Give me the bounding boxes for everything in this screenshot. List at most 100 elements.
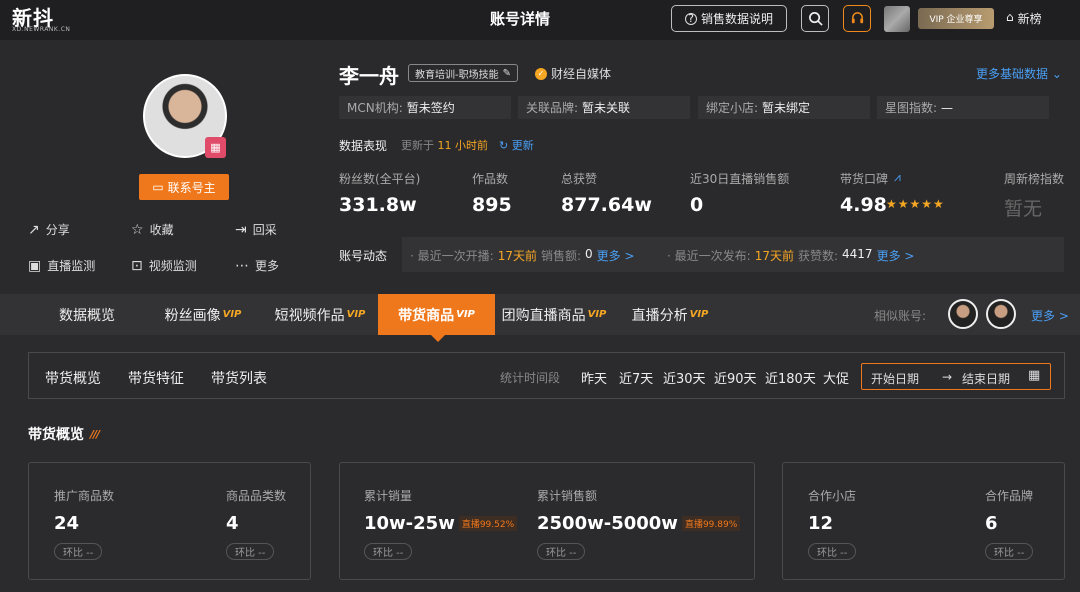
- post-more-link[interactable]: 更多 >: [877, 247, 915, 264]
- mom-badge: 环比 --: [808, 543, 857, 560]
- subtab-goods-overview[interactable]: 带货概览: [45, 368, 101, 388]
- stat-value-works: 895: [472, 194, 512, 216]
- edit-icon: ✎: [502, 67, 511, 79]
- period-180d[interactable]: 近180天: [765, 368, 816, 387]
- subtab-goods-features[interactable]: 带货特征: [128, 368, 184, 388]
- stat-label-works: 作品数: [472, 172, 509, 186]
- contact-owner-button[interactable]: ▭ 联系号主: [139, 174, 229, 200]
- sales-data-button[interactable]: ? 销售数据说明: [671, 5, 787, 32]
- vip-tag: VIP: [222, 309, 242, 320]
- chevron-down-icon: ⌄: [1051, 67, 1062, 81]
- chat-icon: ▭: [152, 180, 164, 194]
- more-basic-data-link[interactable]: 更多基础数据 ⌄: [976, 65, 1062, 82]
- customer-service-button[interactable]: [843, 5, 871, 32]
- metric-value: 24: [54, 513, 79, 534]
- tab-data-overview[interactable]: 数据概览: [40, 294, 134, 335]
- user-avatar[interactable]: [884, 6, 910, 32]
- metric-value-text: 10w-25w: [364, 513, 455, 534]
- metric-label: 累计销售额: [537, 489, 598, 503]
- live-sales-label: 销售额:: [540, 249, 582, 263]
- tab-group-buy-live[interactable]: 团购直播商品 VIP: [495, 294, 613, 335]
- info-value: 暂未关联: [582, 101, 631, 115]
- vip-tag: VIP: [587, 309, 607, 320]
- more-actions-button[interactable]: ⋯ 更多: [235, 257, 279, 274]
- live-time: 17天前: [497, 249, 537, 263]
- question-icon: ?: [684, 12, 697, 25]
- live-monitor-label: 直播监测: [47, 259, 96, 273]
- category-tag-label: 教育培训-职场技能: [415, 69, 499, 81]
- similar-accounts-label: 相似账号:: [874, 309, 927, 323]
- similar-more-link[interactable]: 更多 >: [1031, 307, 1069, 324]
- category-tag[interactable]: 教育培训-职场技能 ✎: [408, 64, 518, 82]
- active-tab-pointer: [431, 335, 445, 342]
- live-prefix: · 最近一次开播:: [410, 249, 494, 263]
- logo-subtitle: XD.NEWRANK.CN: [12, 26, 71, 33]
- metric-label: 合作小店: [808, 489, 857, 503]
- stat-label-fans: 粉丝数(全平台): [339, 172, 421, 186]
- metric-value-text: 4: [226, 513, 239, 534]
- period-90d[interactable]: 近90天: [714, 368, 757, 387]
- live-monitor-icon: ▣: [28, 257, 42, 274]
- info-shop: 绑定小店: 暂未绑定: [698, 96, 870, 119]
- metric-value: 4: [226, 513, 239, 534]
- info-xingtu: 星图指数: —: [877, 96, 1049, 119]
- period-yesterday[interactable]: 昨天: [581, 368, 607, 387]
- vip-tag: VIP: [346, 309, 366, 320]
- tab-fans-profile[interactable]: 粉丝画像 VIP: [150, 294, 256, 335]
- section-title-label: 带货概览: [28, 427, 84, 443]
- subtab-goods-list[interactable]: 带货列表: [211, 368, 267, 388]
- live-monitor-button[interactable]: ▣ 直播监测: [28, 257, 95, 274]
- mom-badge: 环比 --: [364, 543, 413, 560]
- end-date-input[interactable]: 结束日期: [962, 370, 1010, 387]
- stat-value-weekly: 暂无: [1004, 198, 1043, 220]
- start-date-input[interactable]: 开始日期: [871, 370, 919, 387]
- update-time-value: 11 小时前: [437, 139, 489, 152]
- favorite-button[interactable]: ☆ 收藏: [131, 221, 174, 238]
- search-button[interactable]: [801, 5, 829, 32]
- share-button[interactable]: ↗ 分享: [28, 221, 70, 238]
- period-promo[interactable]: 大促: [823, 368, 849, 387]
- live-more-link[interactable]: 更多 >: [597, 247, 635, 264]
- metric-value-text: 12: [808, 513, 834, 534]
- tab-goods[interactable]: 带货商品 VIP: [378, 294, 495, 335]
- metric-value: 6: [985, 513, 998, 534]
- metric-value-text: 6: [985, 513, 998, 534]
- metric-value: 2500w-5000w 直播99.89%: [537, 513, 741, 534]
- star-outline-icon: ☆: [131, 221, 144, 238]
- page-title: 账号详情: [490, 10, 551, 28]
- vip-tag: VIP: [456, 309, 475, 320]
- mom-badge: 环比 --: [985, 543, 1034, 560]
- performance-label: 数据表现: [339, 139, 388, 153]
- mom-badge: 环比 --: [226, 543, 275, 560]
- period-7d[interactable]: 近7天: [619, 368, 653, 387]
- update-prefix: 更新于: [401, 139, 434, 152]
- live-share-badge: 直播99.52%: [458, 516, 518, 531]
- video-monitor-button[interactable]: ⊡ 视频监测: [131, 257, 197, 274]
- xinbang-link[interactable]: ⌂ 新榜: [1006, 10, 1042, 27]
- stat-label-weekly: 周新榜指数: [1004, 172, 1065, 186]
- date-range-picker[interactable]: 开始日期 → 结束日期 ▦: [861, 363, 1051, 390]
- trend-chart-icon[interactable]: ⩘: [894, 170, 901, 187]
- info-label: 关联品牌:: [526, 101, 579, 115]
- vip-badge[interactable]: VIP 企业尊享: [918, 8, 994, 29]
- refresh-icon: ↻: [499, 139, 509, 152]
- info-value: —: [941, 100, 954, 115]
- info-mcn: MCN机构: 暂未签约: [339, 96, 511, 119]
- dynamics-post: · 最近一次发布: 17天前 获赞数: 4417 更多 >: [667, 247, 914, 264]
- tab-live-analysis[interactable]: 直播分析 VIP: [620, 294, 720, 335]
- section-title: 带货概览 ///: [28, 424, 100, 444]
- tab-short-videos[interactable]: 短视频作品 VIP: [266, 294, 374, 335]
- info-brand: 关联品牌: 暂未关联: [518, 96, 690, 119]
- metric-value-text: 24: [54, 513, 80, 534]
- vip-tag: VIP: [689, 309, 709, 320]
- tab-label: 团购直播商品: [501, 307, 586, 324]
- qr-code-icon[interactable]: ▦: [205, 137, 226, 158]
- similar-account-avatar[interactable]: [948, 299, 978, 329]
- refresh-button[interactable]: ↻ 更新: [499, 137, 534, 153]
- info-label: 星图指数:: [885, 101, 938, 115]
- recollect-button[interactable]: ⇥ 回采: [235, 221, 277, 238]
- similar-account-avatar[interactable]: [986, 299, 1016, 329]
- period-30d[interactable]: 近30天: [663, 368, 706, 387]
- metric-value: 12: [808, 513, 833, 534]
- verified-label: 财经自媒体: [551, 67, 612, 81]
